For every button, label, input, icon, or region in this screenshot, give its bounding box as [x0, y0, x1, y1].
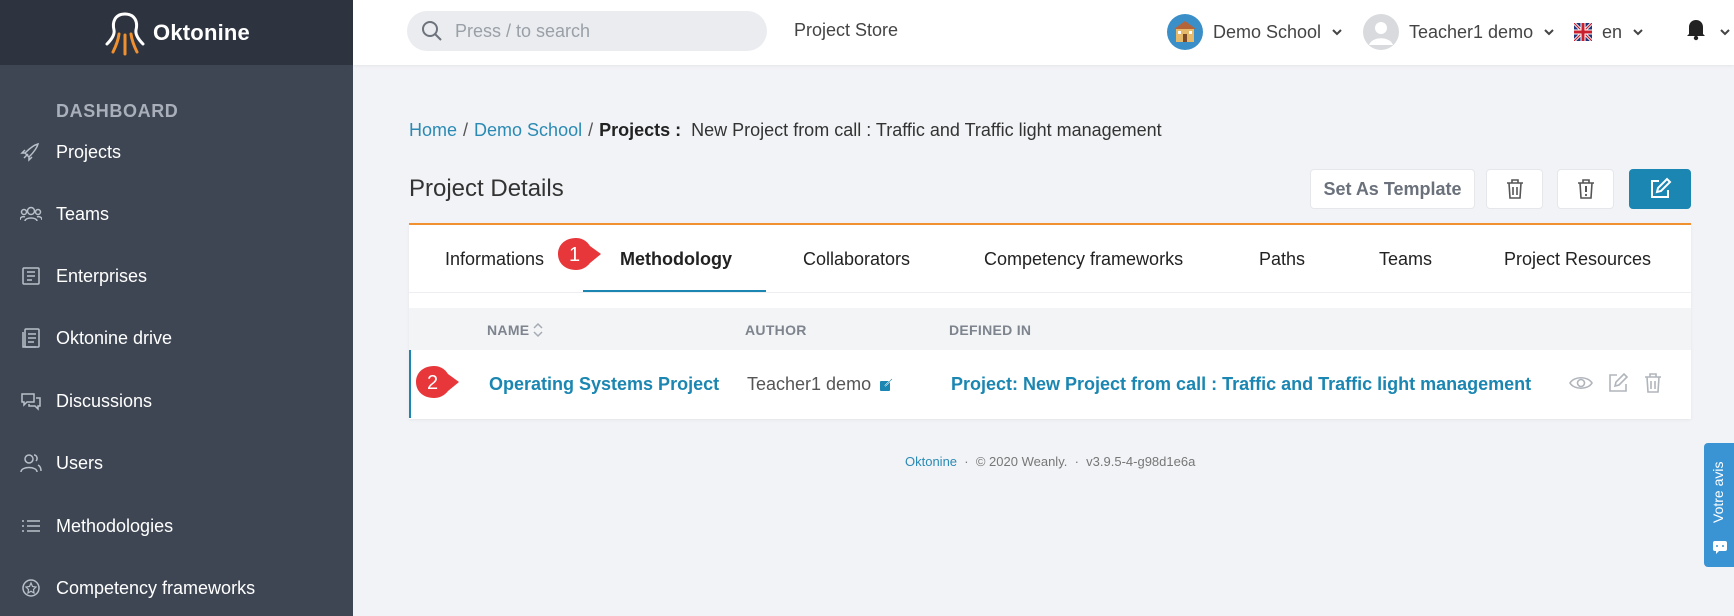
breadcrumb-separator: /: [588, 120, 594, 140]
footer-separator: ·: [1074, 454, 1079, 469]
school-selector[interactable]: Demo School: [1167, 12, 1343, 52]
chat-icon: [1713, 541, 1727, 554]
row-actions: [1569, 372, 1663, 394]
sidebar-item-teams[interactable]: Teams: [0, 194, 353, 234]
set-as-template-button[interactable]: Set As Template: [1310, 169, 1475, 209]
tab-teams[interactable]: Teams: [1379, 249, 1432, 270]
marker-number: 1: [569, 244, 581, 266]
logo-text: Oktonine: [153, 19, 250, 45]
logo[interactable]: Oktonine: [0, 0, 353, 65]
marker-number: 2: [427, 372, 439, 394]
team-icon: [20, 206, 42, 222]
top-header: Project Store Demo School Teacher1 demo …: [353, 0, 1734, 65]
active-tab-indicator: [583, 290, 766, 292]
sidebar-item-label: Methodologies: [56, 515, 174, 536]
sidebar-item-oktonine-drive[interactable]: Oktonine drive: [0, 318, 353, 358]
column-header-name[interactable]: NAME: [487, 322, 529, 338]
school-name: Demo School: [1213, 21, 1322, 42]
tab-collaborators[interactable]: Collaborators: [803, 249, 910, 270]
table-row: Operating Systems Project Teacher1 demo …: [409, 350, 1691, 418]
sidebar-item-label: Competency frameworks: [56, 577, 256, 598]
page-title: Project Details: [409, 175, 564, 202]
author-name: Teacher1 demo: [747, 374, 872, 394]
table-header: NAME AUTHOR DEFINED IN: [409, 308, 1691, 350]
sort-icon[interactable]: [533, 321, 543, 339]
sidebar-item-projects[interactable]: Projects: [0, 132, 353, 172]
sidebar-item-label: Projects: [56, 141, 122, 162]
sidebar-item-label: Teams: [56, 203, 110, 224]
methodology-name-link[interactable]: Operating Systems Project: [489, 374, 719, 395]
annotation-marker-2: 2: [414, 364, 460, 404]
annotation-marker-1: 1: [556, 236, 602, 276]
search-input[interactable]: [455, 19, 745, 43]
uk-flag-icon: [1574, 23, 1592, 41]
trash-icon[interactable]: [1643, 372, 1663, 394]
language-selector[interactable]: en: [1574, 12, 1644, 52]
search-box[interactable]: [407, 11, 767, 51]
chevron-down-icon: [1332, 29, 1342, 36]
sidebar-item-users[interactable]: Users: [0, 443, 353, 483]
sidebar: Oktonine DASHBOARD Projects Teams Enterp…: [0, 0, 353, 616]
trash-icon: [1506, 179, 1523, 199]
sidebar-item-label: Users: [56, 452, 104, 473]
bell-icon[interactable]: [1685, 17, 1707, 41]
edit-button[interactable]: [1629, 169, 1691, 209]
breadcrumb-section: Projects :: [599, 120, 682, 140]
avatar: [1363, 14, 1399, 50]
list-icon: [22, 520, 40, 532]
tab-methodology[interactable]: Methodology: [620, 249, 732, 270]
breadcrumb-current: New Project from call : Traffic and Traf…: [691, 120, 1162, 140]
user-name: Teacher1 demo: [1409, 21, 1534, 42]
project-store-link[interactable]: Project Store: [794, 20, 898, 41]
sidebar-item-label: Enterprises: [56, 265, 148, 286]
delete-button[interactable]: [1486, 169, 1543, 209]
school-avatar-icon: [1167, 14, 1203, 50]
chevron-down-icon: [1544, 29, 1554, 36]
footer-version: v3.9.5-4-g98d1e6a: [1086, 454, 1196, 469]
author-cell: Teacher1 demo: [747, 374, 893, 395]
breadcrumb-school[interactable]: Demo School: [474, 120, 582, 140]
breadcrumb-separator: /: [463, 120, 469, 140]
enterprise-icon: [22, 267, 40, 285]
external-link-icon[interactable]: [879, 377, 893, 392]
edit-icon[interactable]: [1607, 372, 1629, 394]
eye-icon[interactable]: [1569, 372, 1593, 394]
edit-icon: [1651, 177, 1672, 198]
drive-icon: [22, 328, 40, 348]
sidebar-item-competency-frameworks[interactable]: Competency frameworks: [0, 568, 353, 608]
defined-in-link[interactable]: Project: New Project from call : Traffic…: [951, 374, 1531, 395]
users-icon: [20, 454, 42, 473]
breadcrumb: Home / Demo School / Projects : New Project …: [409, 120, 1162, 141]
footer-copyright: © 2020 Weanly.: [975, 454, 1068, 469]
sidebar-item-label: Discussions: [56, 390, 153, 411]
search-icon: [422, 21, 442, 41]
feedback-label: Votre avis: [1710, 461, 1726, 523]
trash-alert-icon: [1577, 179, 1594, 199]
sidebar-item-discussions[interactable]: Discussions: [0, 381, 353, 421]
breadcrumb-home[interactable]: Home: [409, 120, 457, 140]
feedback-tab[interactable]: Votre avis: [1704, 443, 1734, 567]
footer-separator: ·: [964, 454, 969, 469]
archive-delete-button[interactable]: [1557, 169, 1614, 209]
sidebar-item-label: Oktonine drive: [56, 327, 173, 348]
chevron-down-icon: [1633, 29, 1643, 36]
footer-brand-link[interactable]: Oktonine: [905, 454, 957, 469]
octopus-logo-icon: [105, 12, 145, 55]
tab-paths[interactable]: Paths: [1259, 249, 1305, 270]
column-header-author: AUTHOR: [745, 322, 807, 338]
user-menu[interactable]: Teacher1 demo: [1363, 12, 1555, 52]
dashboard-section-title: DASHBOARD: [56, 101, 179, 121]
language-code: en: [1602, 21, 1623, 42]
badge-icon: [22, 579, 40, 597]
footer: Oktonine · © 2020 Weanly. · v3.9.5-4-g98…: [905, 454, 1195, 469]
tab-competency-frameworks[interactable]: Competency frameworks: [984, 249, 1183, 270]
sidebar-item-enterprises[interactable]: Enterprises: [0, 256, 353, 296]
chevron-down-icon[interactable]: [1719, 26, 1731, 38]
tab-informations[interactable]: Informations: [445, 249, 544, 270]
discussions-icon: [21, 393, 41, 411]
column-header-defined-in: DEFINED IN: [949, 322, 1032, 338]
rocket-icon: [20, 142, 40, 162]
tab-project-resources[interactable]: Project Resources: [1504, 249, 1651, 270]
sidebar-item-methodologies[interactable]: Methodologies: [0, 506, 353, 546]
